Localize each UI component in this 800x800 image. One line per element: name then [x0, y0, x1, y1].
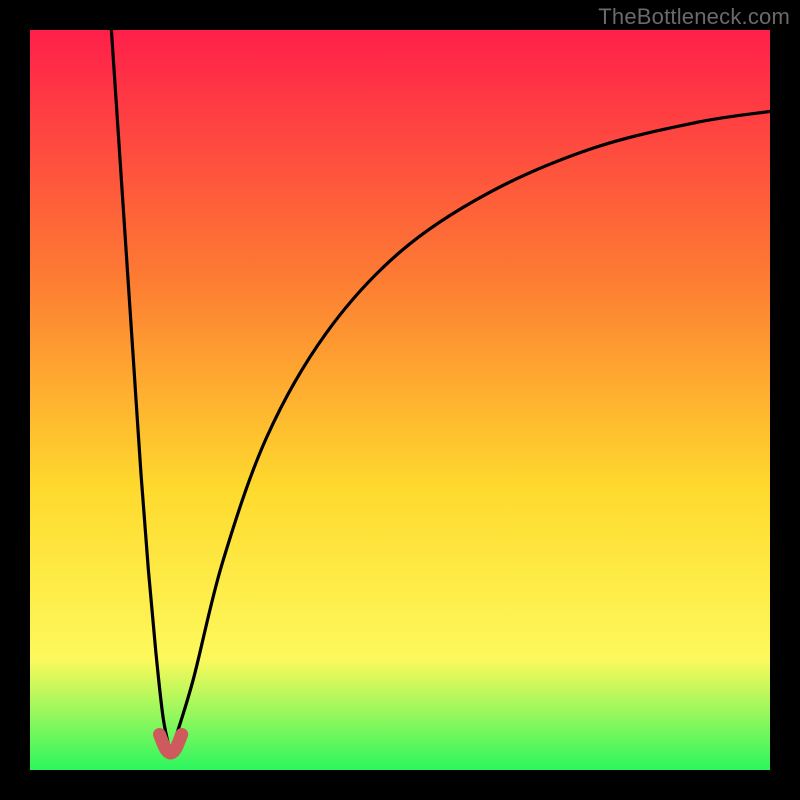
watermark-text: TheBottleneck.com: [598, 4, 790, 30]
plot-area: [30, 30, 770, 770]
gradient-background: [30, 30, 770, 770]
bottleneck-chart: [30, 30, 770, 770]
chart-frame: TheBottleneck.com: [0, 0, 800, 800]
